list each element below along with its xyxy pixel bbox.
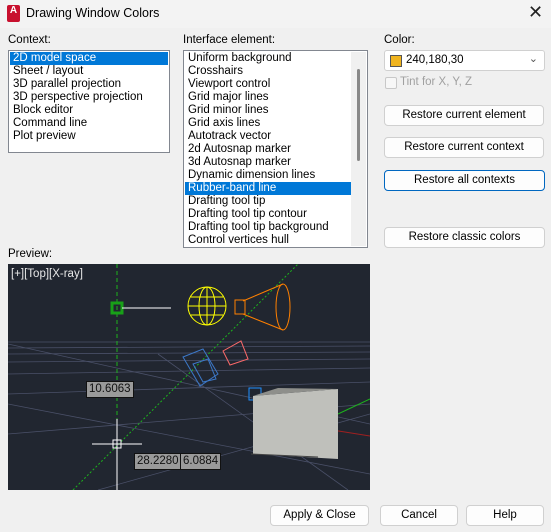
cancel-button[interactable]: Cancel [380,505,458,526]
list-item[interactable]: Crosshairs [185,65,351,78]
list-item[interactable]: Grid major lines [185,91,351,104]
color-swatch [390,55,402,67]
dynamic-dimension-input: 10.6063 [86,381,134,398]
tint-checkbox [385,77,397,89]
camera-glyph [182,348,219,387]
preview-label: Preview: [8,248,53,260]
color-dropdown[interactable]: 240,180,30 ⌄ [384,50,545,71]
tooltip-coordinate-y: 6.0884 [180,453,222,470]
list-item[interactable]: 3d Autosnap marker [185,156,351,169]
list-item[interactable]: 2d Autosnap marker [185,143,351,156]
list-item[interactable]: Autotrack vector [185,130,351,143]
preview-viewport: [+][Top][X-ray] 10.6063 28.2280 6.0884 [8,264,370,490]
list-item[interactable]: Uniform background [185,52,351,65]
interface-element-label: Interface element: [183,34,276,46]
restore-current-context-button[interactable]: Restore current context [384,137,544,158]
color-value: 240,180,30 [406,54,464,66]
list-item[interactable]: Sheet / layout [10,65,168,78]
list-item[interactable]: Viewport control [185,78,351,91]
list-item[interactable]: Drafting tool tip background [185,221,351,234]
list-item[interactable]: Block editor [10,104,168,117]
sphere-shape [187,286,227,326]
box-shape [253,389,338,459]
list-item[interactable]: 3D perspective projection [10,91,168,104]
list-item[interactable]: Grid minor lines [185,104,351,117]
help-button[interactable]: Help [466,505,544,526]
list-item[interactable]: Plot preview [10,130,168,143]
list-item[interactable]: Drafting tool tip [185,195,351,208]
close-icon[interactable]: ✕ [528,3,543,21]
list-item[interactable]: Dynamic dimension lines [185,169,351,182]
apply-close-button[interactable]: Apply & Close [270,505,369,526]
scrollbar[interactable] [351,52,366,246]
context-list[interactable]: 2D model space Sheet / layout 3D parallel … [8,50,170,153]
list-item[interactable]: Control vertices hull [185,234,351,247]
tooltip-coordinate-x: 28.2280 [134,453,182,470]
scrollbar-thumb[interactable] [357,69,360,161]
list-item[interactable]: 2D model space [10,52,168,65]
cone-shape [234,283,291,331]
restore-all-contexts-button[interactable]: Restore all contexts [384,170,545,191]
window-title: Drawing Window Colors [26,6,160,20]
list-item[interactable]: Command line [10,117,168,130]
list-item[interactable]: Grid axis lines [185,117,351,130]
list-item[interactable]: 3D parallel projection [10,78,168,91]
viewport-control[interactable]: [+][Top][X-ray] [11,268,83,280]
restore-current-element-button[interactable]: Restore current element [384,105,544,126]
color-label: Color: [384,34,415,46]
app-icon: A [7,5,20,22]
list-item[interactable]: Rubber-band line [185,182,351,195]
tint-label: Tint for X, Y, Z [400,76,473,88]
chevron-down-icon: ⌄ [528,53,538,65]
list-item[interactable]: Drafting tool tip contour [185,208,351,221]
context-label: Context: [8,34,51,46]
restore-classic-colors-button[interactable]: Restore classic colors [384,227,545,248]
interface-element-list[interactable]: Uniform background Crosshairs Viewport con… [183,50,368,248]
